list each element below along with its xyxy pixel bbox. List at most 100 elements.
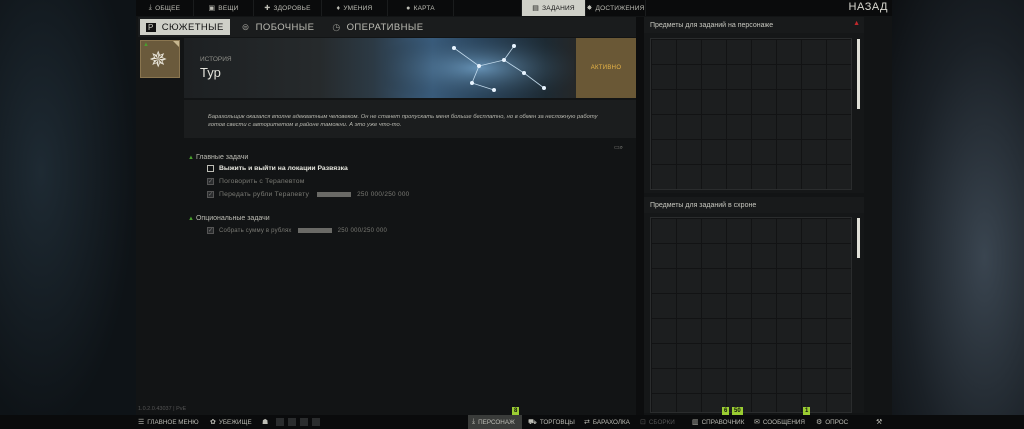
tab-items[interactable]: ▣ ВЕЩИ [194,0,254,16]
chevron-icon: ♦ [336,4,341,12]
panel-divider [636,17,644,415]
book-icon: ▤ [532,5,540,12]
button-label: БАРАХОЛКА [592,418,630,426]
tab-quests[interactable]: ▤ ЗАДАНИЯ [522,0,586,16]
settings-icon: ⚒ [876,419,883,426]
stash-items-panel [644,213,864,413]
panel-title: Предметы для заданий в схроне [650,201,757,209]
survey-icon: ⚙ [816,419,823,426]
cart-icon: ⛟ [528,418,537,426]
quest-description: Барахольщик оказался вполне адекватным ч… [184,100,636,138]
background-left [0,0,136,429]
profile-icon: ☗ [262,419,269,426]
download-icon: ⤓ [472,418,476,425]
scrollbar[interactable] [857,218,860,258]
objective-row[interactable]: Выжить и выйти на локации Развязка [207,165,348,172]
clock-icon: ◷ [332,21,341,32]
status-label: АКТИВНО [590,65,622,71]
collapse-icon[interactable]: ▲ [853,20,860,27]
tab-label: УМЕНИЯ [343,4,373,12]
scrollbar[interactable] [857,39,860,109]
status-badge: АКТИВНО [576,38,636,98]
quest-title: Тур [200,65,221,80]
item-grid[interactable] [650,38,852,190]
button-label: СООБЩЕНИЯ [762,418,805,426]
optional-objectives-header: ▲ Опциональные задачи [188,215,270,222]
button-label: ПЕРСОНАЖ [478,418,515,426]
objective-row[interactable]: ✓ Передать рубли Терапевту 250 000/250 0… [207,191,410,198]
plus-icon: ✚ [264,5,271,12]
tab-label: КАРТА [413,4,435,12]
checkbox[interactable] [207,165,214,172]
progress-count: 250 000/250 000 [337,227,388,234]
messages-badge: 1 [803,407,811,415]
flea-market-button[interactable]: ⇄ БАРАХОЛКА [584,415,630,429]
builds-button[interactable]: ⊡ СБОРКИ [640,415,675,429]
objective-label: Поговорить с Терапевтом [219,178,305,185]
description-text: Барахольщик оказался вполне адекватным ч… [208,114,598,128]
tab-label: ЗАДАНИЯ [542,4,575,12]
profile-icon-button[interactable]: ☗ [262,415,271,429]
tab-achievements[interactable]: ✸ ДОСТИЖЕНИЯ [586,0,646,16]
handbook-badge-b: 50 [732,407,743,415]
handbook-button[interactable]: ▥ СПРАВОЧНИК [692,415,744,429]
item-grid[interactable] [650,217,852,413]
toggle-icon: ⊜ [241,21,250,32]
traders-button[interactable]: ⛟ ТОРГОВЦЫ [528,415,575,429]
section-title: Главные задачи [195,154,249,161]
back-button[interactable]: НАЗАД [849,1,888,13]
tab-map[interactable]: ● КАРТА [388,0,454,16]
tab-health[interactable]: ✚ ЗДОРОВЬЕ [254,0,322,16]
button-label: СБОРКИ [648,418,675,426]
button-label: ТОРГОВЦЫ [539,418,575,426]
panel-header-stash-items: Предметы для заданий в схроне [644,197,864,213]
triangle-icon: ▲ [188,155,194,161]
panel-header-character-items: Предметы для заданий на персонаже [644,17,864,33]
checkbox-checked[interactable]: ✓ [207,191,214,198]
handbook-icon: ▥ [692,419,699,426]
top-nav: ⤓ ОБЩЕЕ ▣ ВЕЩИ ✚ ЗДОРОВЬЕ ♦ УМЕНИЯ ● КАРТА ▤ З… [136,0,892,16]
character-items-panel [644,33,864,193]
checkbox-checked[interactable]: ✓ [207,178,214,185]
slot-2[interactable] [288,418,296,426]
tab-story[interactable]: P СЮЖЕТНЫЕ [140,19,230,35]
quest-network-graphic [384,38,574,98]
main-menu-button[interactable]: ☰ ГЛАВНОЕ МЕНЮ [138,415,199,429]
button-label: ГЛАВНОЕ МЕНЮ [147,418,199,426]
corner-marker [173,41,179,47]
tab-skills[interactable]: ♦ УМЕНИЯ [322,0,388,16]
p-icon: P [146,22,156,32]
objective-row[interactable]: ✓ Поговорить с Терапевтом [207,178,305,185]
gear-icon: ✸ [586,5,593,12]
slot-1[interactable] [276,418,284,426]
subtab-label: ОПЕРАТИВНЫЕ [346,21,424,33]
objective-label: Выжить и выйти на локации Развязка [219,165,348,172]
character-button[interactable]: ⤓ ПЕРСОНАЖ [468,415,522,429]
compass-star-icon: ✵ [149,47,168,72]
tab-operative[interactable]: ◷ ОПЕРАТИВНЫЕ [326,19,429,35]
progress-bar [317,192,352,197]
progress-bar [297,228,332,233]
objective-label: Собрать сумму в рублях [219,227,292,234]
button-label: УБЕЖИЩЕ [218,418,252,426]
tab-side[interactable]: ⊜ ПОБОЧНЫЕ [236,19,321,35]
slot-4[interactable] [312,418,320,426]
tab-general[interactable]: ⤓ ОБЩЕЕ [136,0,194,16]
pin-icon: ● [406,4,411,12]
checkbox-checked[interactable]: ✓ [207,227,214,234]
flea-icon: ⇄ [584,419,590,426]
messages-button[interactable]: ✉ СООБЩЕНИЯ [754,415,805,429]
objective-row[interactable]: ✓ Собрать сумму в рублях 250 000/250 000 [207,227,387,234]
button-label: ОПРОС [825,418,849,426]
quest-category-tabs: P СЮЖЕТНЫЕ ⊜ ПОБОЧНЫЕ ◷ ОПЕРАТИВНЫЕ [138,17,636,37]
quest-category: ИСТОРИЯ [200,56,232,63]
objectives-note-icon[interactable]: ▭⌕ [614,144,623,152]
slot-3[interactable] [300,418,308,426]
settings-button[interactable]: ⚒ [876,415,885,429]
hideout-button[interactable]: ✿ УБЕЖИЩЕ [210,415,252,429]
builds-icon: ⊡ [640,419,646,426]
survey-button[interactable]: ⚙ ОПРОС [816,415,848,429]
quest-list-item[interactable]: ▲ ✵ [140,40,180,78]
section-title: Опциональные задачи [195,215,270,222]
handbook-badge-a: 6 [722,407,730,415]
